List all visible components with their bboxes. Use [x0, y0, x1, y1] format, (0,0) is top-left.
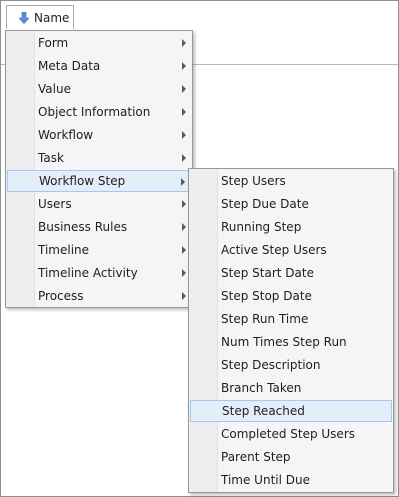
menu-item-timeline[interactable]: Timeline — [7, 239, 191, 261]
submenu-item-label: Step Start Date — [221, 266, 314, 280]
submenu-item-label: Step Users — [221, 174, 286, 188]
menu-item-label: Timeline — [38, 243, 90, 257]
submenu-item-label: Completed Step Users — [221, 427, 356, 441]
submenu-item-num-times-step-run[interactable]: Num Times Step Run — [190, 331, 392, 353]
submenu-item-step-due-date[interactable]: Step Due Date — [190, 193, 392, 215]
menu-item-label: Users — [38, 197, 72, 211]
menu-item-task[interactable]: Task — [7, 147, 191, 169]
chevron-right-icon — [182, 269, 186, 277]
submenu-item-label: Running Step — [221, 220, 302, 234]
menu-item-users[interactable]: Users — [7, 193, 191, 215]
chevron-right-icon — [182, 131, 186, 139]
menu-item-object-information[interactable]: Object Information — [7, 101, 191, 123]
submenu-item-step-stop-date[interactable]: Step Stop Date — [190, 285, 392, 307]
menu-item-label: Workflow Step — [39, 174, 126, 188]
menu-item-meta-data[interactable]: Meta Data — [7, 55, 191, 77]
menu-item-label: Value — [38, 82, 71, 96]
submenu-item-label: Step Due Date — [221, 197, 309, 211]
chevron-right-icon — [182, 223, 186, 231]
chevron-right-icon — [182, 154, 186, 162]
submenu-item-label: Step Run Time — [221, 312, 309, 326]
submenu-item-completed-step-users[interactable]: Completed Step Users — [190, 423, 392, 445]
submenu-item-step-users[interactable]: Step Users — [190, 170, 392, 192]
menu-item-label: Business Rules — [38, 220, 128, 234]
menu-item-workflow-step[interactable]: Workflow Step — [7, 170, 191, 192]
chevron-right-icon — [182, 62, 186, 70]
menu-item-timeline-activity[interactable]: Timeline Activity — [7, 262, 191, 284]
submenu-item-step-reached[interactable]: Step Reached — [190, 400, 392, 422]
chevron-right-icon — [182, 200, 186, 208]
submenu-item-time-until-due[interactable]: Time Until Due — [190, 469, 392, 491]
submenu-item-label: Step Reached — [222, 404, 305, 418]
menu-item-label: Workflow — [38, 128, 94, 142]
workflow-step-submenu: Step Users Step Due Date Running Step Activ… — [188, 168, 394, 493]
submenu-item-branch-taken[interactable]: Branch Taken — [190, 377, 392, 399]
menu-item-label: Meta Data — [38, 59, 101, 73]
submenu-item-step-description[interactable]: Step Description — [190, 354, 392, 376]
column-header-label: Name — [34, 10, 70, 25]
menu-item-label: Task — [38, 151, 64, 165]
submenu-item-label: Parent Step — [221, 450, 291, 464]
menu-item-label: Timeline Activity — [38, 266, 138, 280]
chevron-right-icon — [182, 292, 186, 300]
submenu-item-step-start-date[interactable]: Step Start Date — [190, 262, 392, 284]
menu-item-label: Object Information — [38, 105, 151, 119]
chevron-right-icon — [181, 178, 185, 186]
submenu-item-label: Step Stop Date — [221, 289, 312, 303]
chevron-right-icon — [182, 108, 186, 116]
menu-item-label: Process — [38, 289, 84, 303]
menu-item-form[interactable]: Form — [7, 32, 191, 54]
menu-item-value[interactable]: Value — [7, 78, 191, 100]
submenu-item-step-run-time[interactable]: Step Run Time — [190, 308, 392, 330]
submenu-item-label: Num Times Step Run — [221, 335, 347, 349]
name-column-header[interactable]: Name — [6, 5, 74, 29]
menu-item-business-rules[interactable]: Business Rules — [7, 216, 191, 238]
submenu-item-active-step-users[interactable]: Active Step Users — [190, 239, 392, 261]
submenu-item-label: Branch Taken — [221, 381, 302, 395]
submenu-item-label: Time Until Due — [221, 473, 310, 487]
menu-item-workflow[interactable]: Workflow — [7, 124, 191, 146]
menu-item-label: Form — [38, 36, 69, 50]
submenu-item-running-step[interactable]: Running Step — [190, 216, 392, 238]
menu-item-process[interactable]: Process — [7, 285, 191, 307]
submenu-item-label: Step Description — [221, 358, 321, 372]
chevron-right-icon — [182, 246, 186, 254]
context-menu: Form Meta Data Value Object Information Work… — [5, 30, 193, 308]
submenu-item-label: Active Step Users — [221, 243, 327, 257]
chevron-right-icon — [182, 85, 186, 93]
down-arrow-icon — [18, 11, 30, 24]
chevron-right-icon — [182, 39, 186, 47]
submenu-item-parent-step[interactable]: Parent Step — [190, 446, 392, 468]
